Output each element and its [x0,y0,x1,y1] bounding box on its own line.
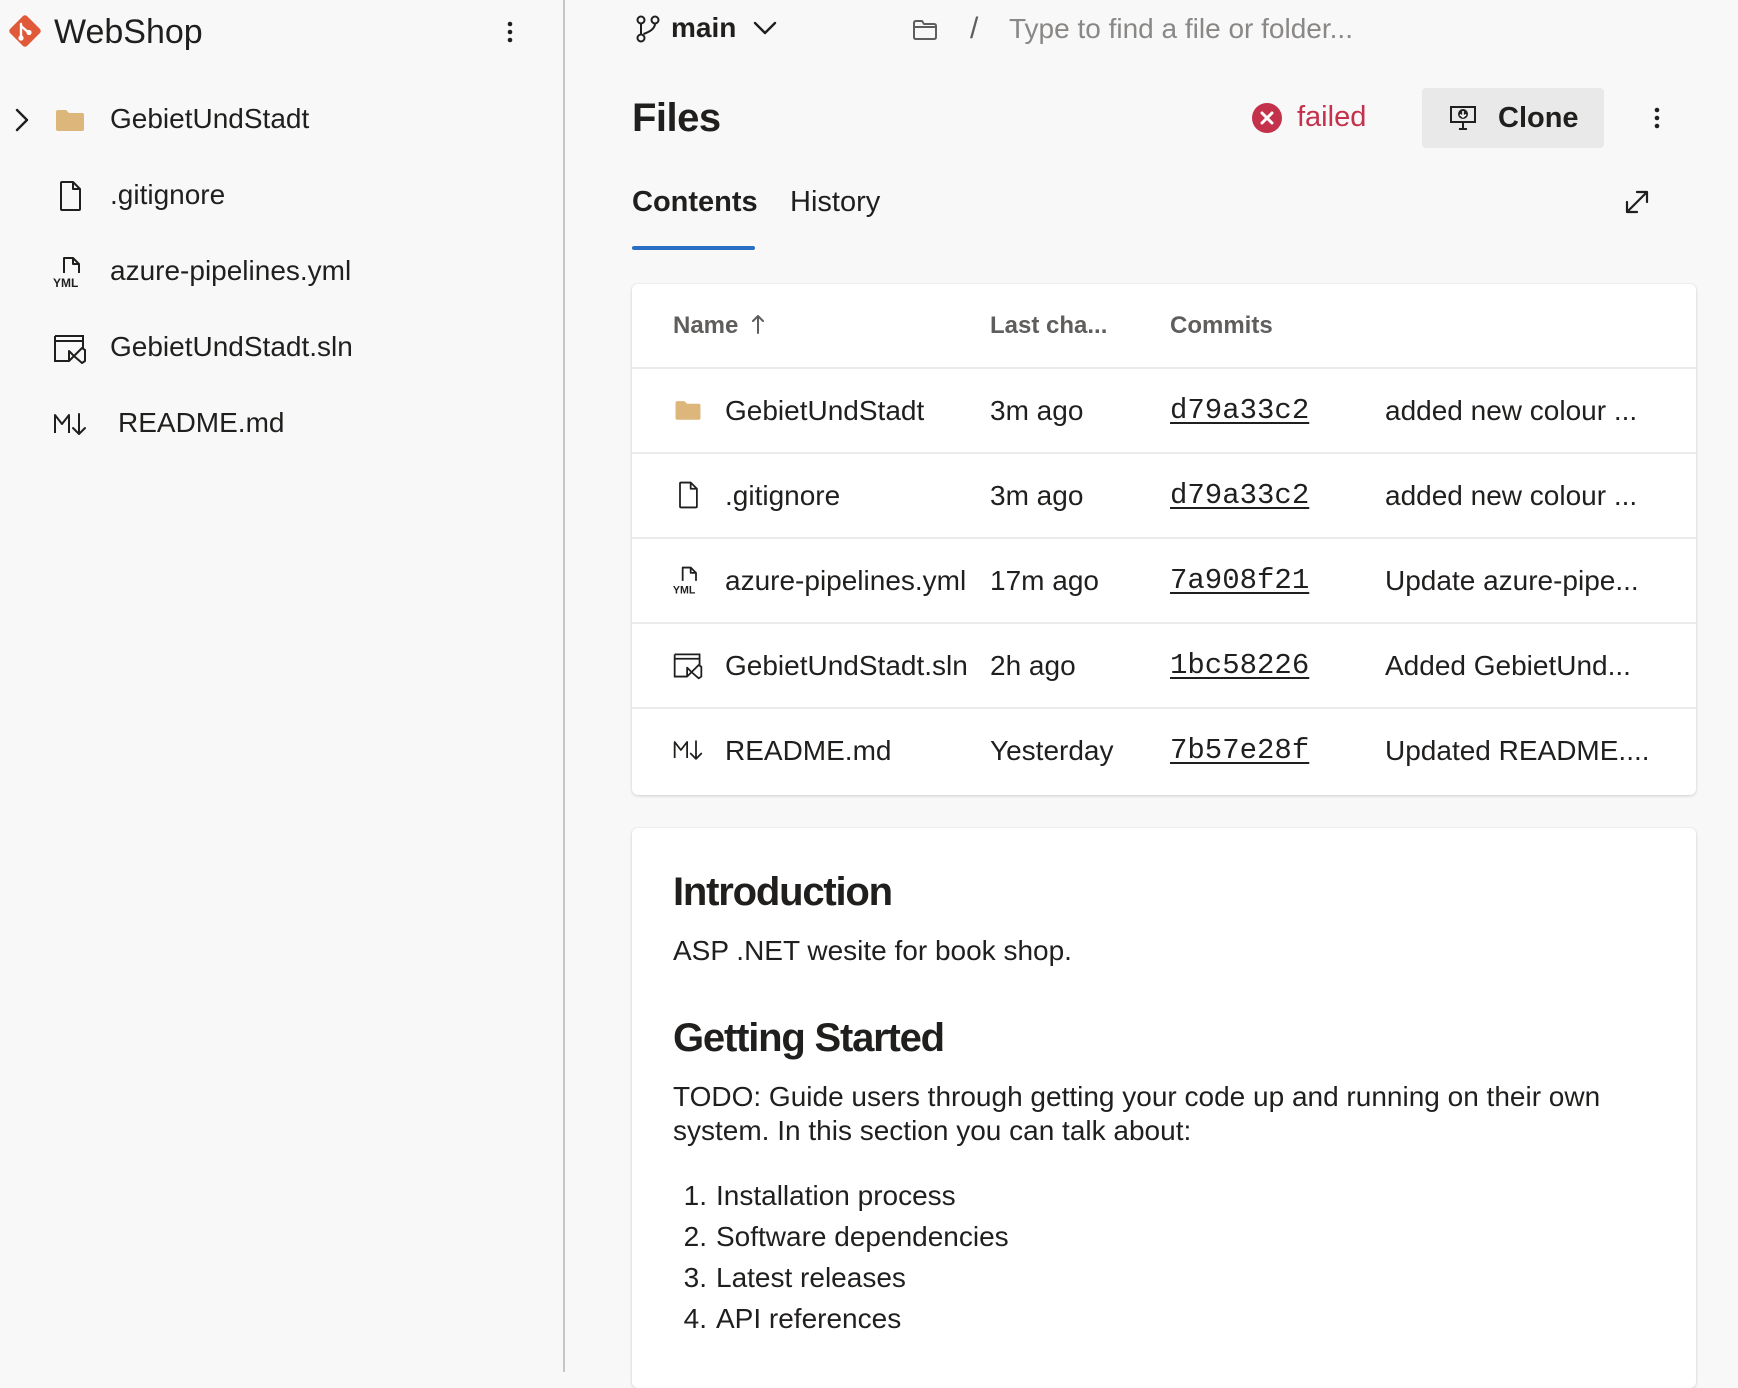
file-name[interactable]: GebietUndStadt [725,395,971,427]
repo-sidebar: WebShop GebietUndStadt .gitignore YML az [0,0,565,1372]
commit-hash-link[interactable]: 1bc58226 [1170,649,1309,682]
tree-item-folder[interactable]: GebietUndStadt [0,82,563,158]
list-text: Latest releases [716,1262,906,1293]
table-row[interactable]: GebietUndStadt.sln 2h ago 1bc58226 Added… [632,622,1696,707]
svg-text:YML: YML [673,584,696,596]
commit-hash-link[interactable]: d79a33c2 [1170,479,1309,512]
list-text: API references [716,1303,902,1334]
clone-button[interactable]: Clone [1422,88,1604,148]
file-name[interactable]: .gitignore [725,480,971,512]
tree-item-file[interactable]: README.md [0,386,563,462]
markdown-icon [672,733,704,767]
readme-heading-getting-started: Getting Started [673,1016,945,1060]
list-number: 1. [683,1180,707,1211]
readme-numbered-list: 1. Installation process 2. Software depend… [673,1180,1009,1344]
readme-preview: Introduction ASP .NET wesite for book sh… [632,828,1696,1388]
list-text: Software dependencies [716,1221,1009,1252]
tab-history[interactable]: History [790,186,880,219]
last-change: 17m ago [990,565,1099,596]
column-header-commits[interactable]: Commits [1170,312,1273,340]
tree-item-label: GebietUndStadt [110,103,310,134]
commit-hash-link[interactable]: 7b57e28f [1170,734,1309,767]
last-change: 3m ago [990,480,1084,511]
list-item: 2. Software dependencies [673,1221,1009,1262]
readme-paragraph: TODO: Guide users through getting your c… [673,1081,1601,1146]
yml-file-icon: YML [52,254,88,290]
list-number: 3. [683,1262,707,1293]
list-item: 4. API references [673,1303,1009,1344]
last-change: 2h ago [990,650,1076,681]
tree-item-label: GebietUndStadt.sln [110,331,353,362]
list-text: Installation process [716,1180,956,1211]
list-number: 2. [683,1221,707,1252]
sidebar-header: WebShop [0,0,563,66]
visual-studio-solution-icon [52,330,88,366]
commit-message: added new colour ... [1385,480,1638,511]
tab-contents[interactable]: Contents [632,186,758,219]
table-row[interactable]: GebietUndStadt 3m ago d79a33c2 added new… [632,367,1696,452]
file-icon [672,478,704,512]
commit-hash-link[interactable]: d79a33c2 [1170,394,1309,427]
file-name[interactable]: azure-pipelines.yml [725,565,971,597]
clone-computer-icon [1448,103,1478,133]
clone-label: Clone [1498,102,1579,134]
last-change: Yesterday [990,735,1114,766]
chevron-right-icon[interactable] [12,106,32,134]
files-table: Name Last cha... Commits GebietUndStadt … [632,284,1696,795]
tree-item-file[interactable]: YML azure-pipelines.yml [0,234,563,310]
tree-item-label: .gitignore [110,179,226,210]
column-header-name[interactable]: Name [673,312,738,340]
list-item: 1. Installation process [673,1180,1009,1221]
more-actions-icon[interactable] [1645,98,1669,138]
table-row[interactable]: .gitignore 3m ago d79a33c2 added new col… [632,452,1696,537]
tree-item-file[interactable]: .gitignore [0,158,563,234]
main-content: main / Files failed Clone Contents Histo… [567,0,1738,1388]
list-number: 4. [683,1303,707,1334]
active-tab-indicator [632,246,755,250]
svg-text:YML: YML [53,276,78,290]
last-change: 3m ago [990,395,1084,426]
markdown-icon [52,406,88,442]
status-label: failed [1297,101,1367,133]
yml-file-icon: YML [672,563,704,597]
readme-paragraph: ASP .NET wesite for book shop. [673,935,1072,966]
folder-icon [672,393,704,427]
path-separator: / [970,12,979,45]
chevron-down-icon[interactable] [751,16,779,40]
branch-selector[interactable]: main [671,12,736,44]
commit-message: added new colour ... [1385,395,1638,426]
repo-name[interactable]: WebShop [54,13,203,52]
sidebar-more-options-icon[interactable] [498,12,522,52]
error-circle-icon [1251,102,1283,134]
commit-message: Updated README.... [1385,735,1650,766]
git-branch-icon[interactable] [635,14,661,44]
list-item: 3. Latest releases [673,1262,1009,1303]
branch-path-bar: main / [567,0,1738,60]
visual-studio-solution-icon [672,648,704,682]
file-icon [52,178,88,214]
path-search-input[interactable] [1007,8,1531,50]
file-name[interactable]: GebietUndStadt.sln [725,650,971,682]
git-repo-logo-icon [8,14,42,48]
readme-heading-introduction: Introduction [673,870,893,914]
table-row[interactable]: YML azure-pipelines.yml 17m ago 7a908f21… [632,537,1696,622]
expand-fullscreen-icon[interactable] [1621,186,1653,218]
commit-message: Added GebietUnd... [1385,650,1631,681]
tree-item-label: README.md [118,407,285,438]
column-header-last-change[interactable]: Last cha... [990,312,1107,340]
file-name[interactable]: README.md [725,735,971,767]
commit-message: Update azure-pipe... [1385,565,1639,596]
tree-item-label: azure-pipelines.yml [110,255,352,286]
table-row[interactable]: README.md Yesterday 7b57e28f Updated REA… [632,707,1696,792]
commit-hash-link[interactable]: 7a908f21 [1170,564,1309,597]
folder-icon [52,102,88,138]
folder-outline-icon[interactable] [911,16,939,44]
tree-item-file[interactable]: GebietUndStadt.sln [0,310,563,386]
sort-ascending-icon[interactable] [750,312,766,343]
page-title: Files [632,96,721,140]
